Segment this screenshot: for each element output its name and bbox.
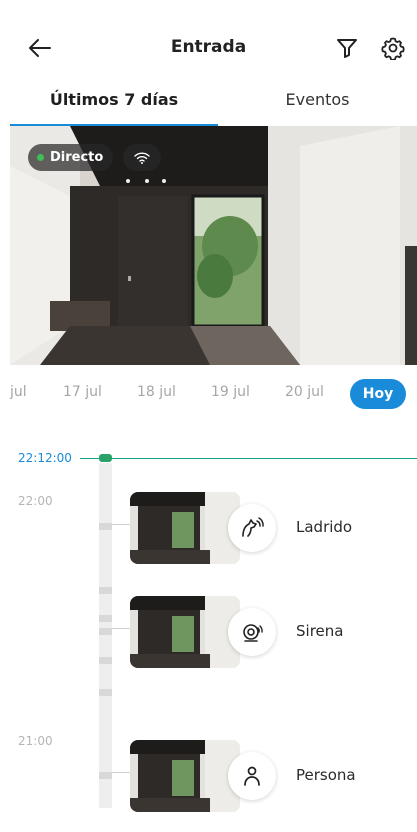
hour-label: 22:00 [18, 494, 53, 508]
event-thumbnail [130, 596, 240, 668]
timeline-tick [99, 587, 112, 594]
event-connector [112, 772, 130, 773]
date-item[interactable]: 18 jul [137, 384, 176, 400]
hour-label: 21:00 [18, 734, 53, 748]
app-header: Entrada [0, 0, 417, 84]
siren-icon [243, 624, 263, 642]
event-type-badge [228, 752, 276, 800]
date-item[interactable]: 20 jul [285, 384, 324, 400]
tab-bar: Últimos 7 días Eventos [0, 84, 417, 126]
event-type-badge [228, 608, 276, 656]
event-timeline[interactable]: 22:12:00 22:00 21:00 Ladrido Sirena Pers… [0, 423, 417, 832]
event-connector [112, 524, 130, 525]
live-status-dot [37, 154, 44, 161]
date-item[interactable]: 19 jul [211, 384, 250, 400]
event-label: Ladrido [296, 518, 353, 536]
event-item-ladrido[interactable]: Ladrido [112, 492, 412, 564]
now-marker[interactable] [99, 454, 112, 462]
date-item[interactable]: 17 jul [63, 384, 102, 400]
event-thumbnail [130, 740, 240, 812]
filter-button[interactable] [335, 36, 361, 62]
current-time-line [80, 458, 417, 459]
current-time-label: 22:12:00 [18, 451, 72, 465]
dog-bark-icon [242, 517, 264, 537]
date-item[interactable]: jul [10, 384, 27, 400]
timeline-rail[interactable] [99, 463, 112, 808]
filter-icon [337, 39, 357, 58]
timeline-tick [99, 657, 112, 664]
event-item-sirena[interactable]: Sirena [112, 596, 412, 668]
timeline-tick [99, 628, 112, 635]
tab-label: Últimos 7 días [49, 90, 179, 109]
settings-button[interactable] [381, 36, 407, 62]
person-icon [244, 766, 260, 786]
wifi-icon [134, 152, 150, 164]
live-badge: Directo [28, 144, 114, 171]
event-item-persona[interactable]: Persona [112, 740, 412, 812]
date-today-button[interactable]: Hoy [350, 379, 406, 409]
tab-events[interactable]: Eventos [218, 84, 417, 126]
event-thumbnail [130, 492, 240, 564]
tab-label: Eventos [285, 90, 350, 109]
event-type-badge [228, 504, 276, 552]
event-label: Persona [296, 766, 356, 784]
timeline-tick [99, 772, 112, 779]
date-selector: jul 17 jul 18 jul 19 jul 20 jul Hoy [0, 365, 417, 423]
timeline-tick [99, 615, 112, 622]
signal-badge [123, 144, 161, 171]
timeline-tick [99, 689, 112, 696]
live-label: Directo [50, 150, 104, 165]
event-label: Sirena [296, 622, 344, 640]
gear-icon [381, 37, 405, 61]
event-connector [112, 628, 130, 629]
tab-last-7-days[interactable]: Últimos 7 días [10, 84, 218, 126]
live-video-view[interactable]: Directo [10, 126, 417, 365]
timeline-tick [99, 523, 112, 530]
